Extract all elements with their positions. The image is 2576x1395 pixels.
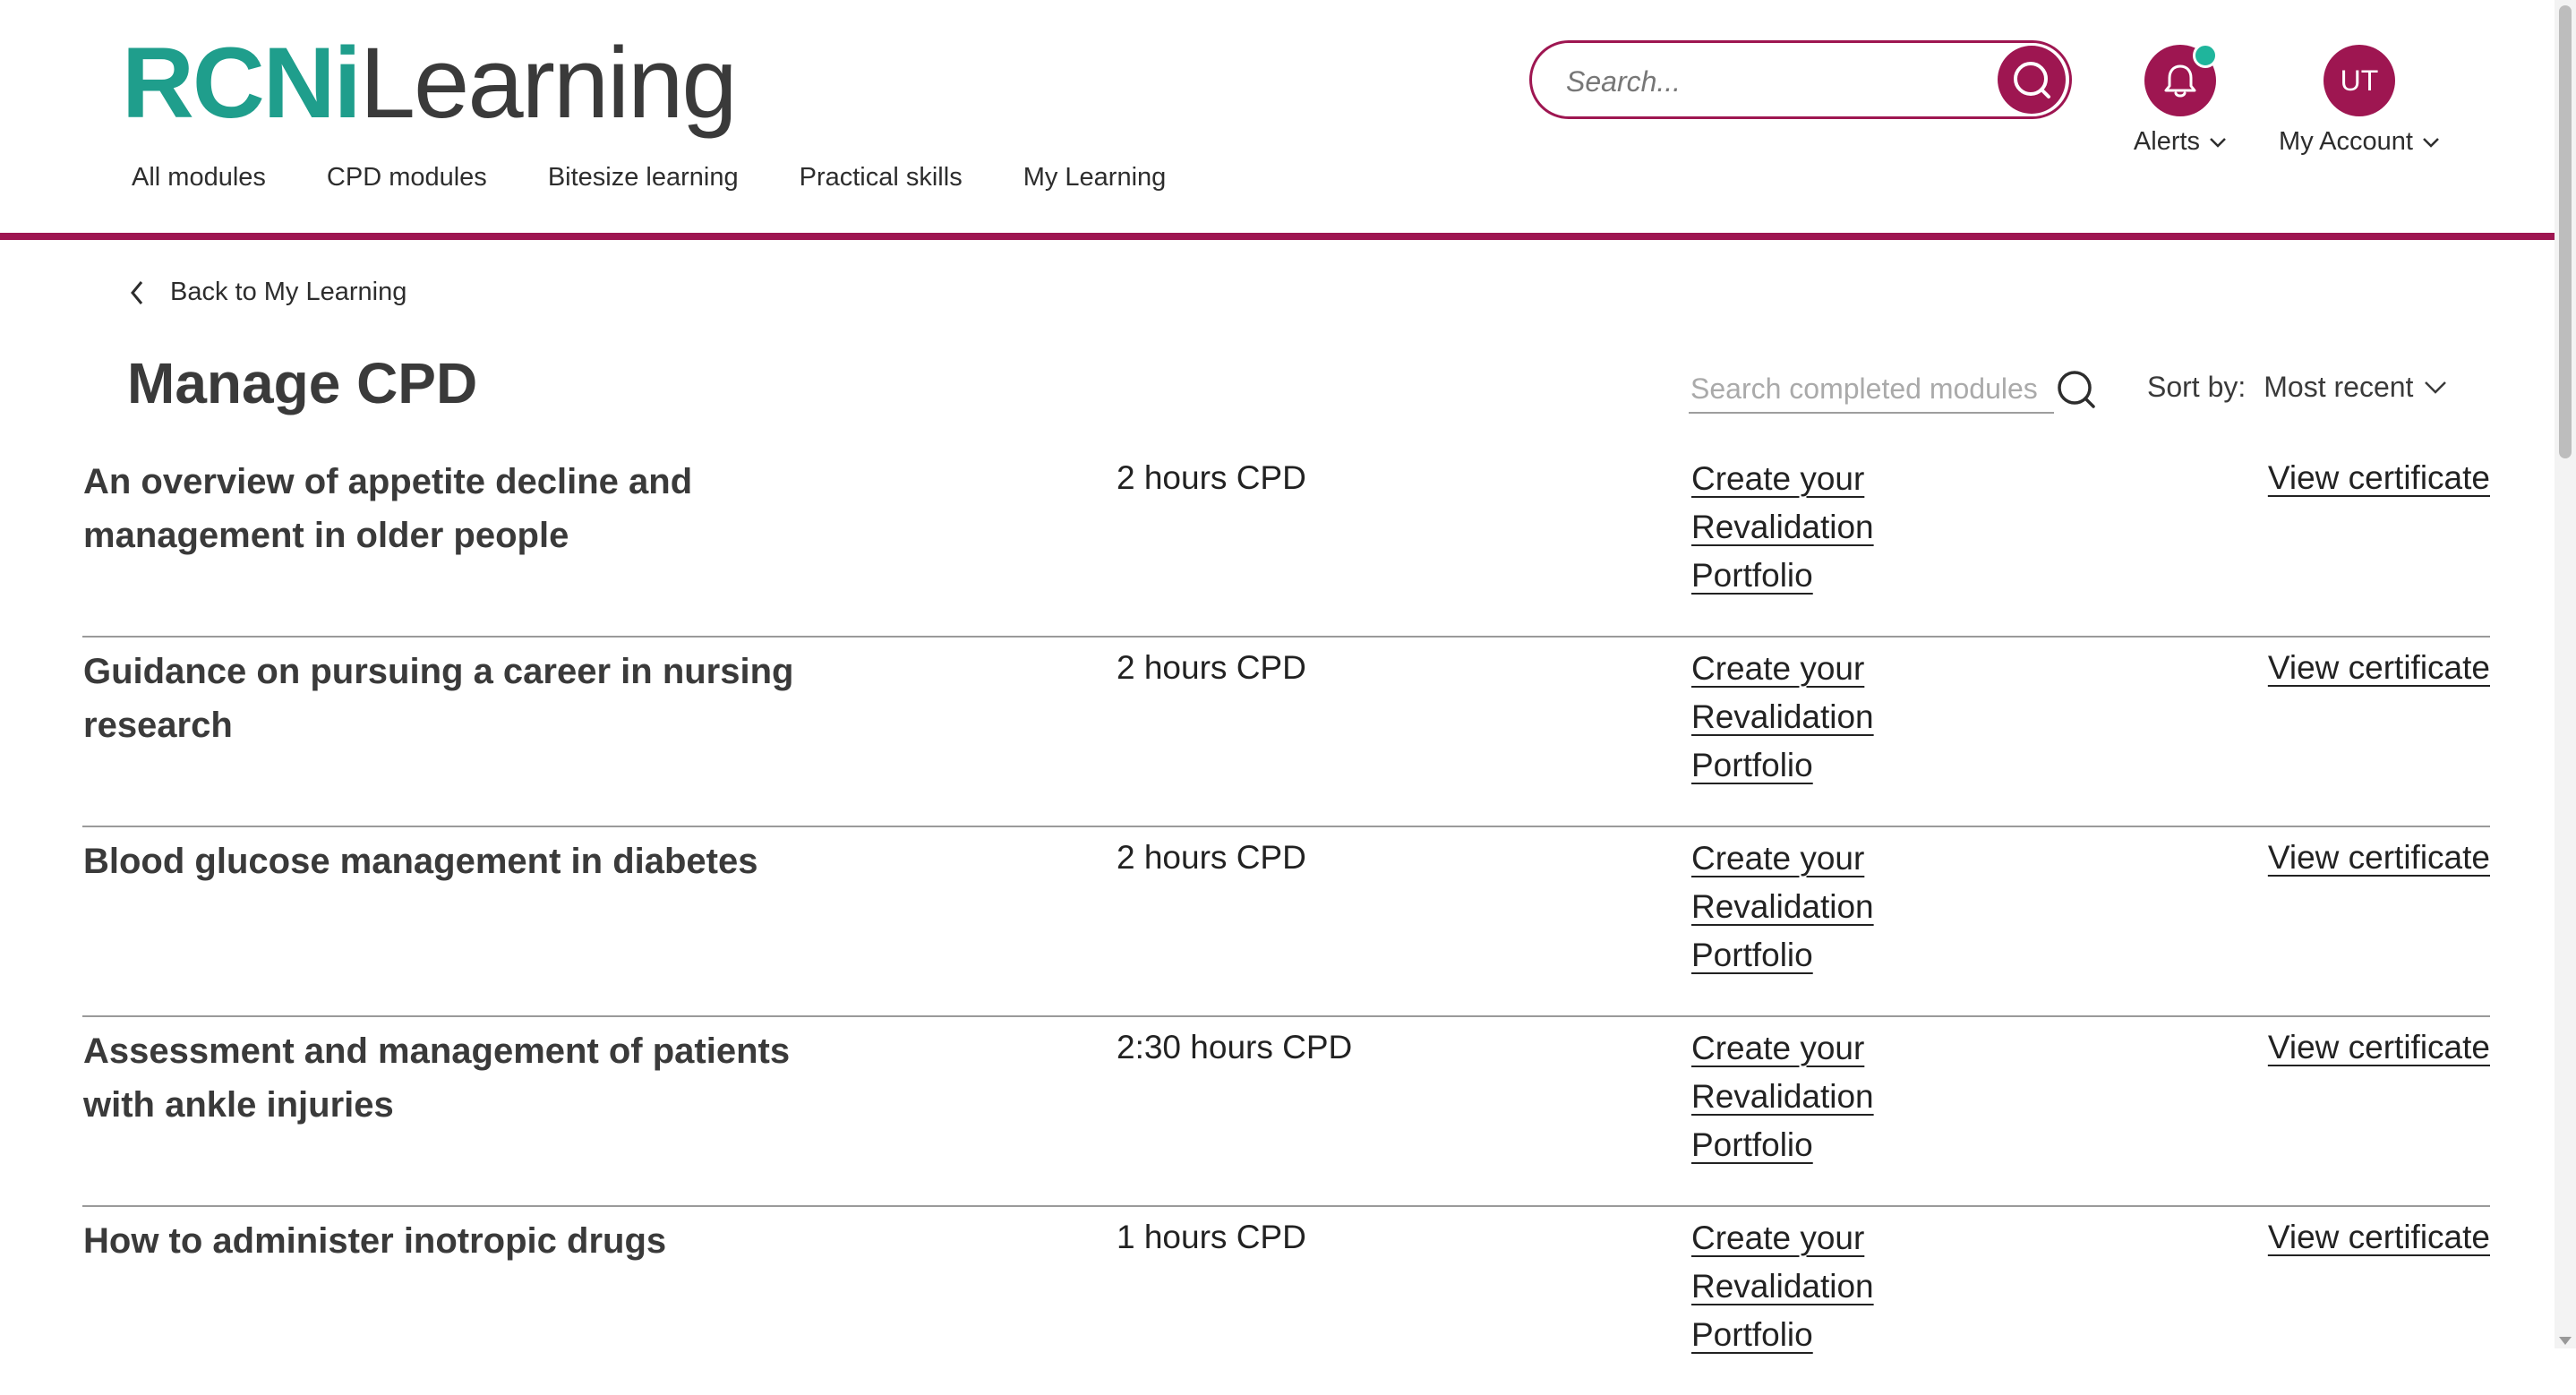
avatar[interactable]: UT (2324, 45, 2395, 116)
cpd-hours: 2:30 hours CPD (1117, 1029, 1353, 1066)
module-title[interactable]: Assessment and management of patients wi… (83, 1024, 871, 1132)
revalidation-line: Portfolio (1691, 1126, 1813, 1163)
logo-brand: RCNi (122, 27, 362, 139)
create-revalidation-portfolio-link[interactable]: Create your Revalidation Portfolio (1691, 1024, 1888, 1169)
module-title[interactable]: Guidance on pursuing a career in nursing… (83, 645, 871, 752)
nav-bitesize-learning[interactable]: Bitesize learning (548, 158, 739, 197)
chevron-left-icon (131, 280, 143, 304)
site-header: RCNiLearning All modules CPD modules Bit… (0, 0, 2555, 240)
revalidation-line: Create your (1691, 460, 1865, 497)
rcni-learning-logo[interactable]: RCNiLearning (122, 25, 738, 141)
revalidation-line: Revalidation (1691, 509, 1874, 545)
module-row: Blood glucose management in diabetes 2 h… (82, 827, 2490, 1017)
sort-select[interactable]: Most recent (2264, 371, 2447, 404)
view-certificate-link[interactable]: View certificate (2268, 455, 2490, 501)
site-search-button[interactable] (1998, 46, 2066, 114)
nav-all-modules[interactable]: All modules (132, 158, 266, 197)
scroll-down-arrow-icon[interactable] (2559, 1337, 2572, 1345)
site-search-input[interactable] (1564, 56, 1962, 107)
create-revalidation-portfolio-link[interactable]: Create your Revalidation Portfolio (1691, 645, 1888, 790)
view-certificate-link[interactable]: View certificate (2268, 1214, 2490, 1261)
create-revalidation-portfolio-link[interactable]: Create your Revalidation Portfolio (1691, 834, 1888, 980)
revalidation-line: Create your (1691, 1030, 1865, 1066)
revalidation-line: Revalidation (1691, 698, 1874, 735)
search-icon (2014, 62, 2050, 98)
chevron-down-icon (2210, 137, 2226, 148)
revalidation-line: Portfolio (1691, 1316, 1813, 1353)
main-nav: All modules CPD modules Bitesize learnin… (132, 158, 1227, 197)
sort-label: Sort by: (2147, 371, 2247, 403)
cpd-hours: 2 hours CPD (1117, 649, 1306, 686)
module-title[interactable]: Blood glucose management in diabetes (83, 834, 871, 888)
completed-modules-search-input[interactable] (1689, 367, 2054, 410)
bell-icon (2164, 64, 2196, 98)
back-to-my-learning-link[interactable]: Back to My Learning (129, 278, 407, 307)
sort-value: Most recent (2264, 371, 2414, 403)
site-search (1529, 40, 2072, 119)
revalidation-line: Create your (1691, 840, 1865, 877)
account-menu[interactable]: UT My Account (2274, 45, 2444, 157)
nav-practical-skills[interactable]: Practical skills (800, 158, 963, 197)
revalidation-line: Portfolio (1691, 937, 1813, 973)
alerts-label-row: Alerts (2131, 127, 2229, 157)
module-title[interactable]: How to administer inotropic drugs (83, 1214, 871, 1268)
cpd-hours: 2 hours CPD (1117, 839, 1306, 876)
revalidation-line: Revalidation (1691, 888, 1874, 925)
revalidation-line: Create your (1691, 650, 1865, 687)
revalidation-line: Revalidation (1691, 1268, 1874, 1305)
module-row: An overview of appetite decline and mana… (82, 448, 2490, 638)
module-row: How to administer inotropic drugs 1 hour… (82, 1207, 2490, 1395)
revalidation-line: Create your (1691, 1220, 1865, 1256)
module-row: Assessment and management of patients wi… (82, 1017, 2490, 1207)
header-divider (0, 233, 2555, 240)
view-certificate-link[interactable]: View certificate (2268, 834, 2490, 881)
sort-control: Sort by: Most recent (2147, 371, 2447, 404)
cpd-hours: 1 hours CPD (1117, 1219, 1306, 1255)
alerts-menu[interactable]: Alerts (2131, 43, 2229, 157)
nav-cpd-modules[interactable]: CPD modules (327, 158, 487, 197)
revalidation-line: Revalidation (1691, 1078, 1874, 1115)
chevron-down-icon (2425, 381, 2447, 394)
module-row: Guidance on pursuing a career in nursing… (82, 638, 2490, 827)
account-label-row: My Account (2274, 127, 2444, 157)
chevron-down-icon (2423, 137, 2439, 148)
search-icon[interactable] (2056, 369, 2097, 410)
scrollbar-thumb[interactable] (2559, 5, 2572, 458)
create-revalidation-portfolio-link[interactable]: Create your Revalidation Portfolio (1691, 455, 1888, 600)
page-title: Manage CPD (127, 351, 478, 415)
completed-modules-list: An overview of appetite decline and mana… (82, 448, 2490, 1395)
alerts-button[interactable] (2144, 43, 2218, 116)
nav-my-learning[interactable]: My Learning (1023, 158, 1167, 197)
module-title[interactable]: An overview of appetite decline and mana… (83, 455, 871, 562)
completed-modules-search (1689, 367, 2054, 414)
revalidation-line: Portfolio (1691, 557, 1813, 594)
view-certificate-link[interactable]: View certificate (2268, 1024, 2490, 1071)
account-label: My Account (2279, 127, 2413, 156)
back-link-label: Back to My Learning (170, 278, 407, 306)
alerts-label: Alerts (2133, 127, 2201, 156)
view-certificate-link[interactable]: View certificate (2268, 645, 2490, 691)
page-scrollbar[interactable] (2555, 0, 2576, 1348)
create-revalidation-portfolio-link[interactable]: Create your Revalidation Portfolio (1691, 1214, 1888, 1359)
cpd-hours: 2 hours CPD (1117, 459, 1306, 496)
revalidation-line: Portfolio (1691, 747, 1813, 783)
notification-dot (2193, 43, 2218, 68)
logo-sub: Learning (359, 27, 738, 139)
